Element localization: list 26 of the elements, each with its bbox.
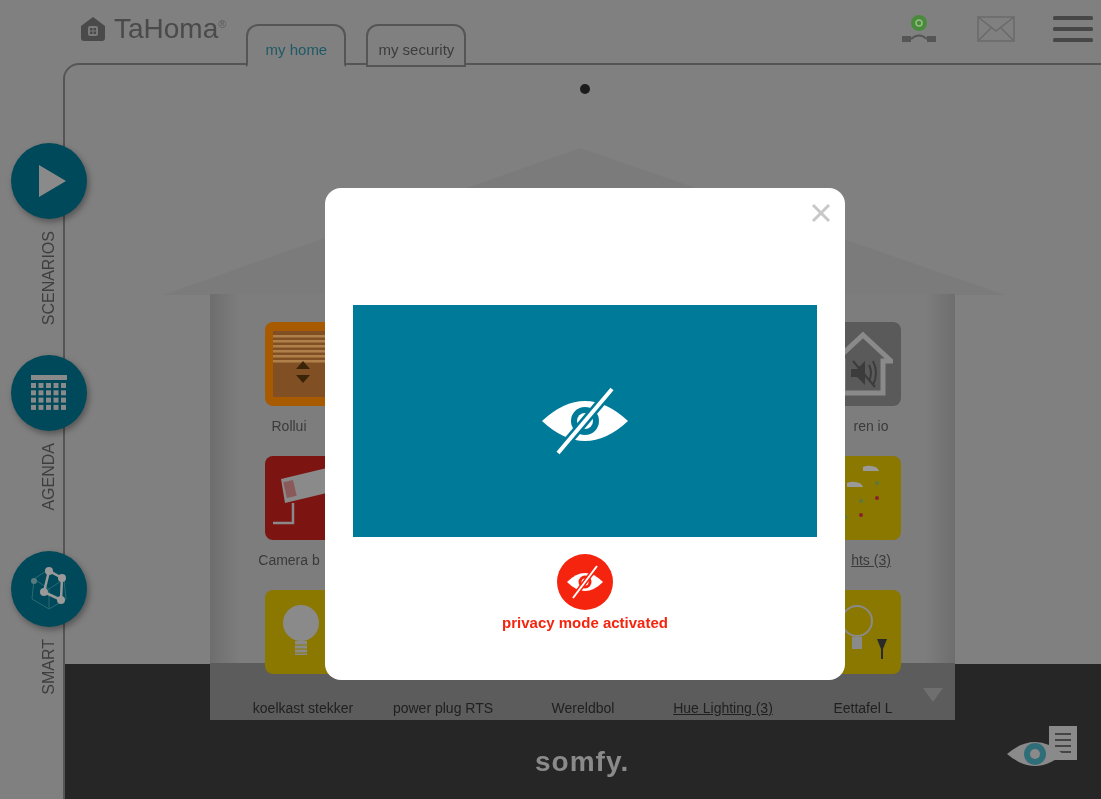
- device-group-link[interactable]: hts (3): [851, 552, 891, 568]
- device-label: Wereldbol: [551, 700, 615, 716]
- smart-button[interactable]: [11, 550, 87, 627]
- network-at-icon[interactable]: [899, 13, 939, 44]
- sidebar-label[interactable]: SCENARIOS: [40, 231, 58, 326]
- device-label: Camera b: [258, 552, 320, 568]
- brand-logo: somfy.: [535, 746, 630, 778]
- device-label: Rollui: [271, 418, 307, 434]
- device-label: koelkast stekker: [252, 700, 354, 716]
- scenarios-button[interactable]: [11, 143, 87, 219]
- sidebar-label[interactable]: SMART: [40, 638, 58, 695]
- house-logo-icon: [80, 15, 106, 42]
- tab[interactable]: my home: [246, 24, 347, 67]
- agenda-button[interactable]: [11, 355, 87, 432]
- device-label: Eettafel L: [833, 700, 893, 716]
- menu-icon[interactable]: [1053, 13, 1093, 44]
- device-label: power plug RTS: [392, 700, 494, 716]
- tab[interactable]: my security: [366, 24, 467, 67]
- page-dot[interactable]: [580, 84, 590, 94]
- device-group-link[interactable]: Hue Lighting (3): [673, 700, 773, 716]
- device-label: ren io: [853, 418, 889, 434]
- eye-slash-icon: [540, 385, 630, 457]
- play-icon: [37, 164, 67, 198]
- privacy-status-text: privacy mode activated: [502, 614, 668, 631]
- calendar-icon: [31, 375, 67, 412]
- sidebar-label[interactable]: AGENDA: [40, 443, 58, 511]
